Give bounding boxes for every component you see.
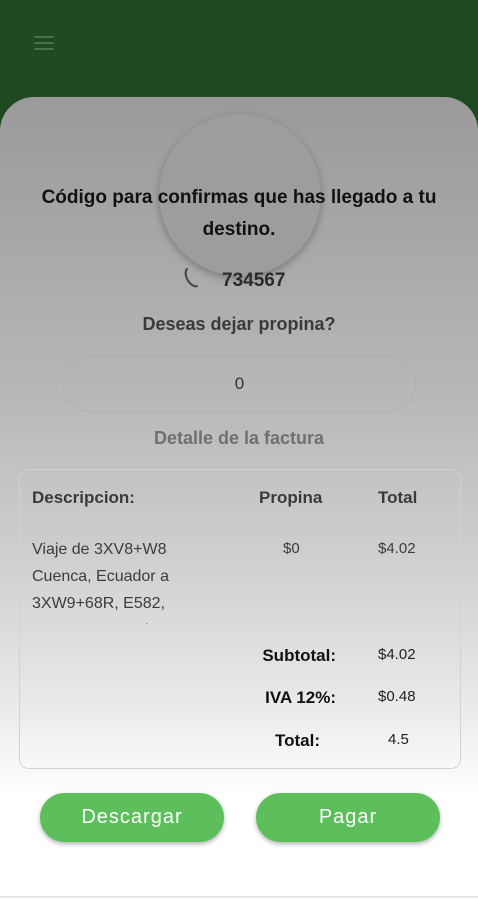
pay-button[interactable]: Pagar [256, 793, 440, 842]
iva-value: $0.48 [378, 688, 416, 705]
invoice-table: Descripcion: Propina Total Viaje de 3XV8… [19, 469, 461, 769]
phone-icon [183, 268, 199, 288]
download-button[interactable]: Descargar [40, 793, 224, 842]
total-value: 4.5 [388, 731, 409, 748]
confirmation-code-title: Código para confirmas que has llegado a … [41, 187, 437, 240]
column-header-tip: Propina [259, 488, 323, 507]
row-tip-value: $0 [283, 540, 300, 557]
trip-description: Viaje de 3XV8+W8 Cuenca, Ecuador a 3XW9+… [32, 541, 212, 624]
column-header-total: Total [378, 488, 418, 507]
total-label: Total: [274, 731, 320, 750]
column-header-description: Descripcion: [32, 488, 135, 507]
confirmation-code-row: 734567 [0, 266, 478, 302]
confirmation-code: 734567 [222, 270, 286, 291]
subtotal-value: $4.02 [378, 646, 416, 663]
bottom-divider [0, 896, 478, 898]
subtotal-label: Subtotal: [262, 646, 336, 665]
row-total-value: $4.02 [378, 540, 416, 557]
iva-label: IVA 12%: [265, 688, 336, 707]
tip-amount-input[interactable] [63, 356, 416, 412]
invoice-heading: Detalle de la factura [153, 428, 325, 448]
hamburger-menu-icon[interactable] [34, 36, 54, 50]
tip-question: Deseas dejar propina? [142, 314, 336, 334]
